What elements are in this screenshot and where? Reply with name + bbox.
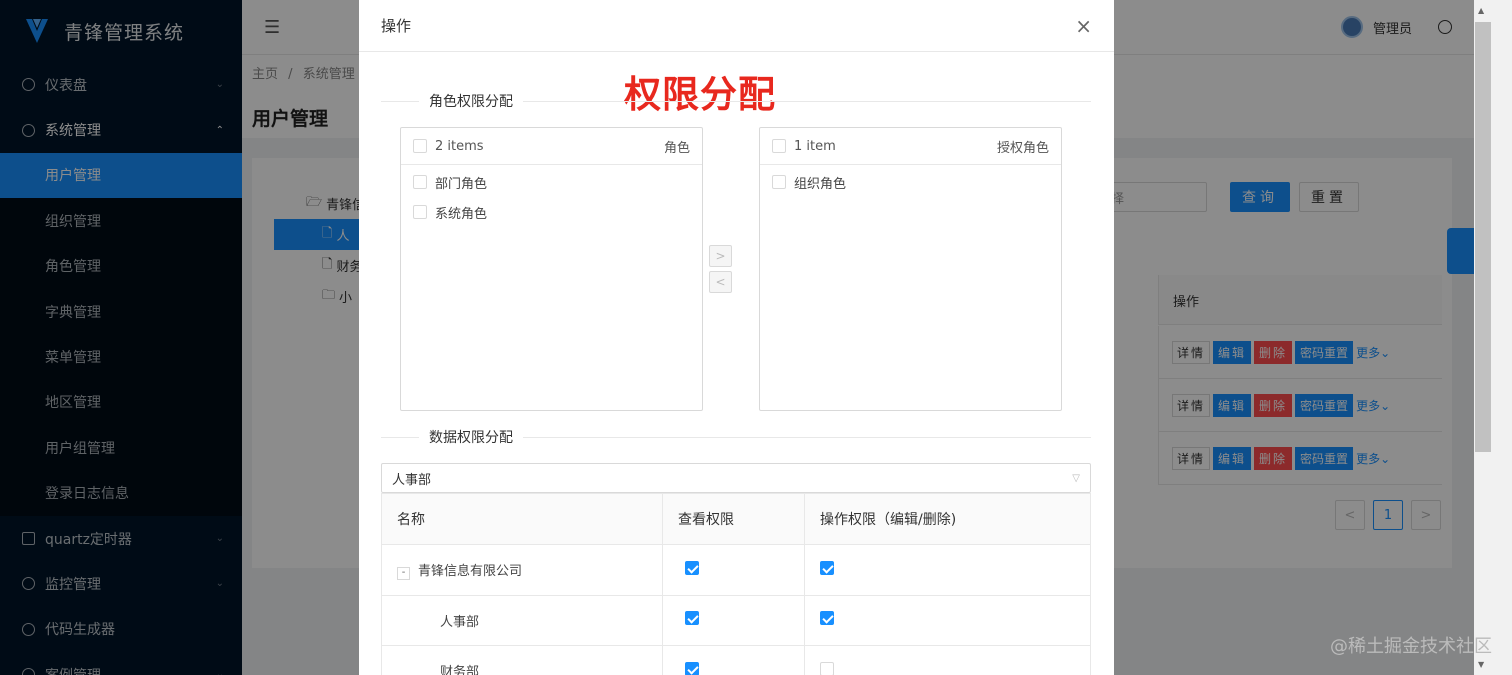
close-icon[interactable]: × [1075, 14, 1092, 38]
table-row: 人事部 [381, 594, 1091, 646]
transfer-header: 1 item 授权角色 [760, 128, 1061, 165]
scroll-thumb[interactable] [1475, 22, 1491, 452]
list-item[interactable]: 系统角色 [401, 197, 702, 227]
item-count: 1 item [794, 138, 836, 154]
department-select[interactable]: 人事部 ▽ [381, 463, 1091, 493]
department-select-value: 人事部 [392, 472, 432, 488]
transfer-header: 2 items 角色 [401, 128, 702, 165]
table-row: 财务部 [381, 645, 1091, 675]
view-cell [662, 645, 805, 675]
item-label: 组织角色 [794, 176, 847, 192]
item-checkbox[interactable] [413, 175, 427, 189]
item-label: 部门角色 [435, 176, 488, 192]
list-title: 角色 [663, 140, 690, 156]
edit-cell [804, 544, 1091, 596]
collapse-icon[interactable]: - [397, 566, 410, 580]
permission-table: 名称 查看权限 操作权限（编辑/删除) - 青锋信息有限公司 人事部 财务部 [381, 493, 1091, 675]
table-row: - 青锋信息有限公司 [381, 544, 1091, 596]
role-section-title: 角色权限分配 [429, 94, 513, 110]
view-permission-checkbox[interactable] [685, 611, 699, 626]
view-permission-checkbox[interactable] [685, 661, 699, 675]
item-checkbox[interactable] [772, 175, 786, 189]
page-scrollbar[interactable]: ▲ ▼ [1474, 0, 1512, 675]
view-permission-checkbox[interactable] [685, 560, 699, 575]
edit-cell [804, 594, 1091, 646]
col-name-header: 名称 [381, 493, 663, 545]
modal-header: 操作 × [359, 0, 1114, 52]
list-title: 授权角色 [996, 140, 1049, 156]
list-item[interactable]: 部门角色 [401, 167, 702, 197]
item-label: 系统角色 [435, 206, 488, 222]
watermark: @稀土掘金技术社区 [1330, 636, 1492, 657]
row-name-cell: - 青锋信息有限公司 [381, 544, 663, 596]
modal-title: 操作 [381, 17, 412, 35]
transfer-buttons: > < [709, 245, 732, 293]
transfer-source-list: 2 items 角色 部门角色 系统角色 [400, 127, 703, 411]
view-cell [662, 544, 805, 596]
transfer-target-list: 1 item 授权角色 组织角色 [759, 127, 1062, 411]
edit-cell [804, 645, 1091, 675]
edit-permission-checkbox[interactable] [820, 611, 834, 626]
edit-permission-checkbox[interactable] [820, 560, 834, 575]
row-name-cell: 人事部 [381, 594, 663, 646]
permission-modal: 操作 × 权限分配 角色权限分配 2 items 角色 部门角色 系统角色 > … [359, 0, 1114, 675]
move-right-button[interactable]: > [709, 245, 732, 267]
view-cell [662, 594, 805, 646]
data-section-title: 数据权限分配 [429, 430, 513, 446]
col-edit-header: 操作权限（编辑/删除) [804, 493, 1091, 545]
row-name: 人事部 [440, 614, 480, 630]
scroll-up-icon[interactable]: ▲ [1478, 6, 1484, 15]
row-name: 财务部 [440, 665, 480, 675]
select-all-checkbox[interactable] [772, 139, 786, 153]
data-section-divider: 数据权限分配 [381, 427, 1091, 447]
role-section-divider: 角色权限分配 [381, 91, 1091, 111]
item-checkbox[interactable] [413, 205, 427, 219]
chevron-down-icon: ▽ [1072, 472, 1080, 484]
select-all-checkbox[interactable] [413, 139, 427, 153]
edit-permission-checkbox[interactable] [820, 661, 834, 675]
row-name: 青锋信息有限公司 [418, 563, 523, 579]
move-left-button[interactable]: < [709, 271, 732, 293]
scroll-down-icon[interactable]: ▼ [1478, 660, 1484, 669]
list-item[interactable]: 组织角色 [760, 167, 1061, 197]
col-view-header: 查看权限 [662, 493, 805, 545]
item-count: 2 items [435, 138, 484, 154]
row-name-cell: 财务部 [381, 645, 663, 675]
